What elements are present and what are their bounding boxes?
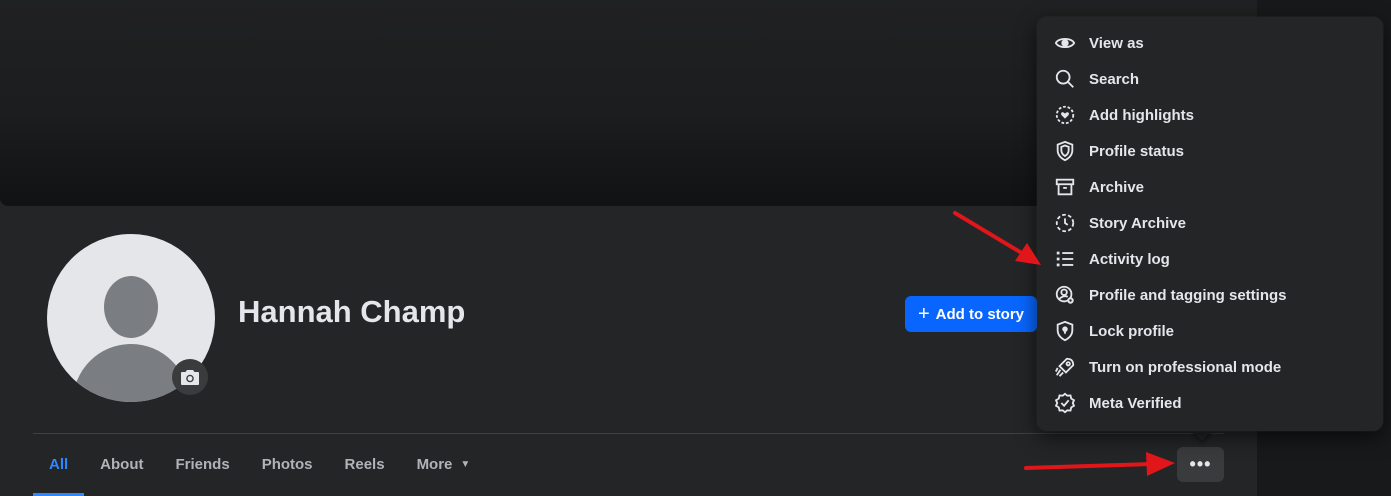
profile-options-menu: View as Search Add highlights Profile st… <box>1037 17 1383 431</box>
lock-shield-icon <box>1053 319 1077 343</box>
add-to-story-button[interactable]: + Add to story <box>905 296 1037 332</box>
plus-icon: + <box>917 303 930 325</box>
list-icon <box>1053 247 1077 271</box>
menu-item-view-as[interactable]: View as <box>1045 25 1375 61</box>
shield-icon <box>1053 139 1077 163</box>
menu-item-label: Activity log <box>1089 250 1170 268</box>
tab-label: Friends <box>175 455 230 473</box>
menu-item-search[interactable]: Search <box>1045 61 1375 97</box>
tab-label: All <box>49 455 69 473</box>
menu-item-professional-mode[interactable]: Turn on professional mode <box>1045 349 1375 385</box>
caret-down-icon: ▼ <box>460 458 471 470</box>
tab-all[interactable]: All <box>33 434 85 496</box>
menu-item-lock-profile[interactable]: Lock profile <box>1045 313 1375 349</box>
archive-box-icon <box>1053 175 1077 199</box>
tab-label: About <box>100 455 144 473</box>
annotation-arrow-activity-log <box>953 211 1041 265</box>
menu-item-label: Search <box>1089 70 1140 88</box>
menu-item-profile-status[interactable]: Profile status <box>1045 133 1375 169</box>
tab-photos[interactable]: Photos <box>246 434 329 494</box>
tab-reels[interactable]: Reels <box>329 434 401 494</box>
update-photo-button[interactable] <box>172 359 208 395</box>
menu-item-archive[interactable]: Archive <box>1045 169 1375 205</box>
profile-gear-icon <box>1053 283 1077 307</box>
more-options-button[interactable]: ••• <box>1177 447 1224 482</box>
tab-label: Reels <box>344 455 385 473</box>
clock-icon <box>1053 211 1077 235</box>
rocket-icon <box>1053 355 1077 379</box>
menu-item-label: Story Archive <box>1089 214 1186 232</box>
highlights-icon <box>1053 103 1077 127</box>
annotation-arrow-more-button <box>1024 452 1175 476</box>
tab-label: Photos <box>261 455 313 473</box>
menu-item-meta-verified[interactable]: Meta Verified <box>1045 385 1375 421</box>
menu-item-story-archive[interactable]: Story Archive <box>1045 205 1375 241</box>
menu-item-profile-tagging-settings[interactable]: Profile and tagging settings <box>1045 277 1375 313</box>
menu-item-activity-log[interactable]: Activity log <box>1045 241 1375 277</box>
add-to-story-label: Add to story <box>935 305 1025 323</box>
camera-icon <box>181 370 199 385</box>
menu-item-label: Profile status <box>1089 142 1185 160</box>
search-icon <box>1053 67 1077 91</box>
menu-item-label: Add highlights <box>1089 106 1194 124</box>
tab-about[interactable]: About <box>84 434 159 494</box>
tab-friends[interactable]: Friends <box>160 434 246 494</box>
menu-item-label: Lock profile <box>1089 322 1175 340</box>
avatar-placeholder-head <box>104 276 158 338</box>
menu-item-label: Turn on professional mode <box>1089 358 1282 376</box>
menu-item-label: Archive <box>1089 178 1145 196</box>
menu-item-label: Meta Verified <box>1089 394 1182 412</box>
tab-more[interactable]: More ▼ <box>401 434 487 494</box>
menu-item-add-highlights[interactable]: Add highlights <box>1045 97 1375 133</box>
menu-item-label: View as <box>1089 34 1144 52</box>
profile-tabs: All About Friends Photos Reels More ▼ <box>33 434 486 496</box>
verified-badge-icon <box>1053 391 1077 415</box>
tab-label: More <box>416 455 453 473</box>
menu-item-label: Profile and tagging settings <box>1089 286 1287 304</box>
eye-icon <box>1053 31 1077 55</box>
profile-name: Hannah Champ <box>238 294 466 329</box>
